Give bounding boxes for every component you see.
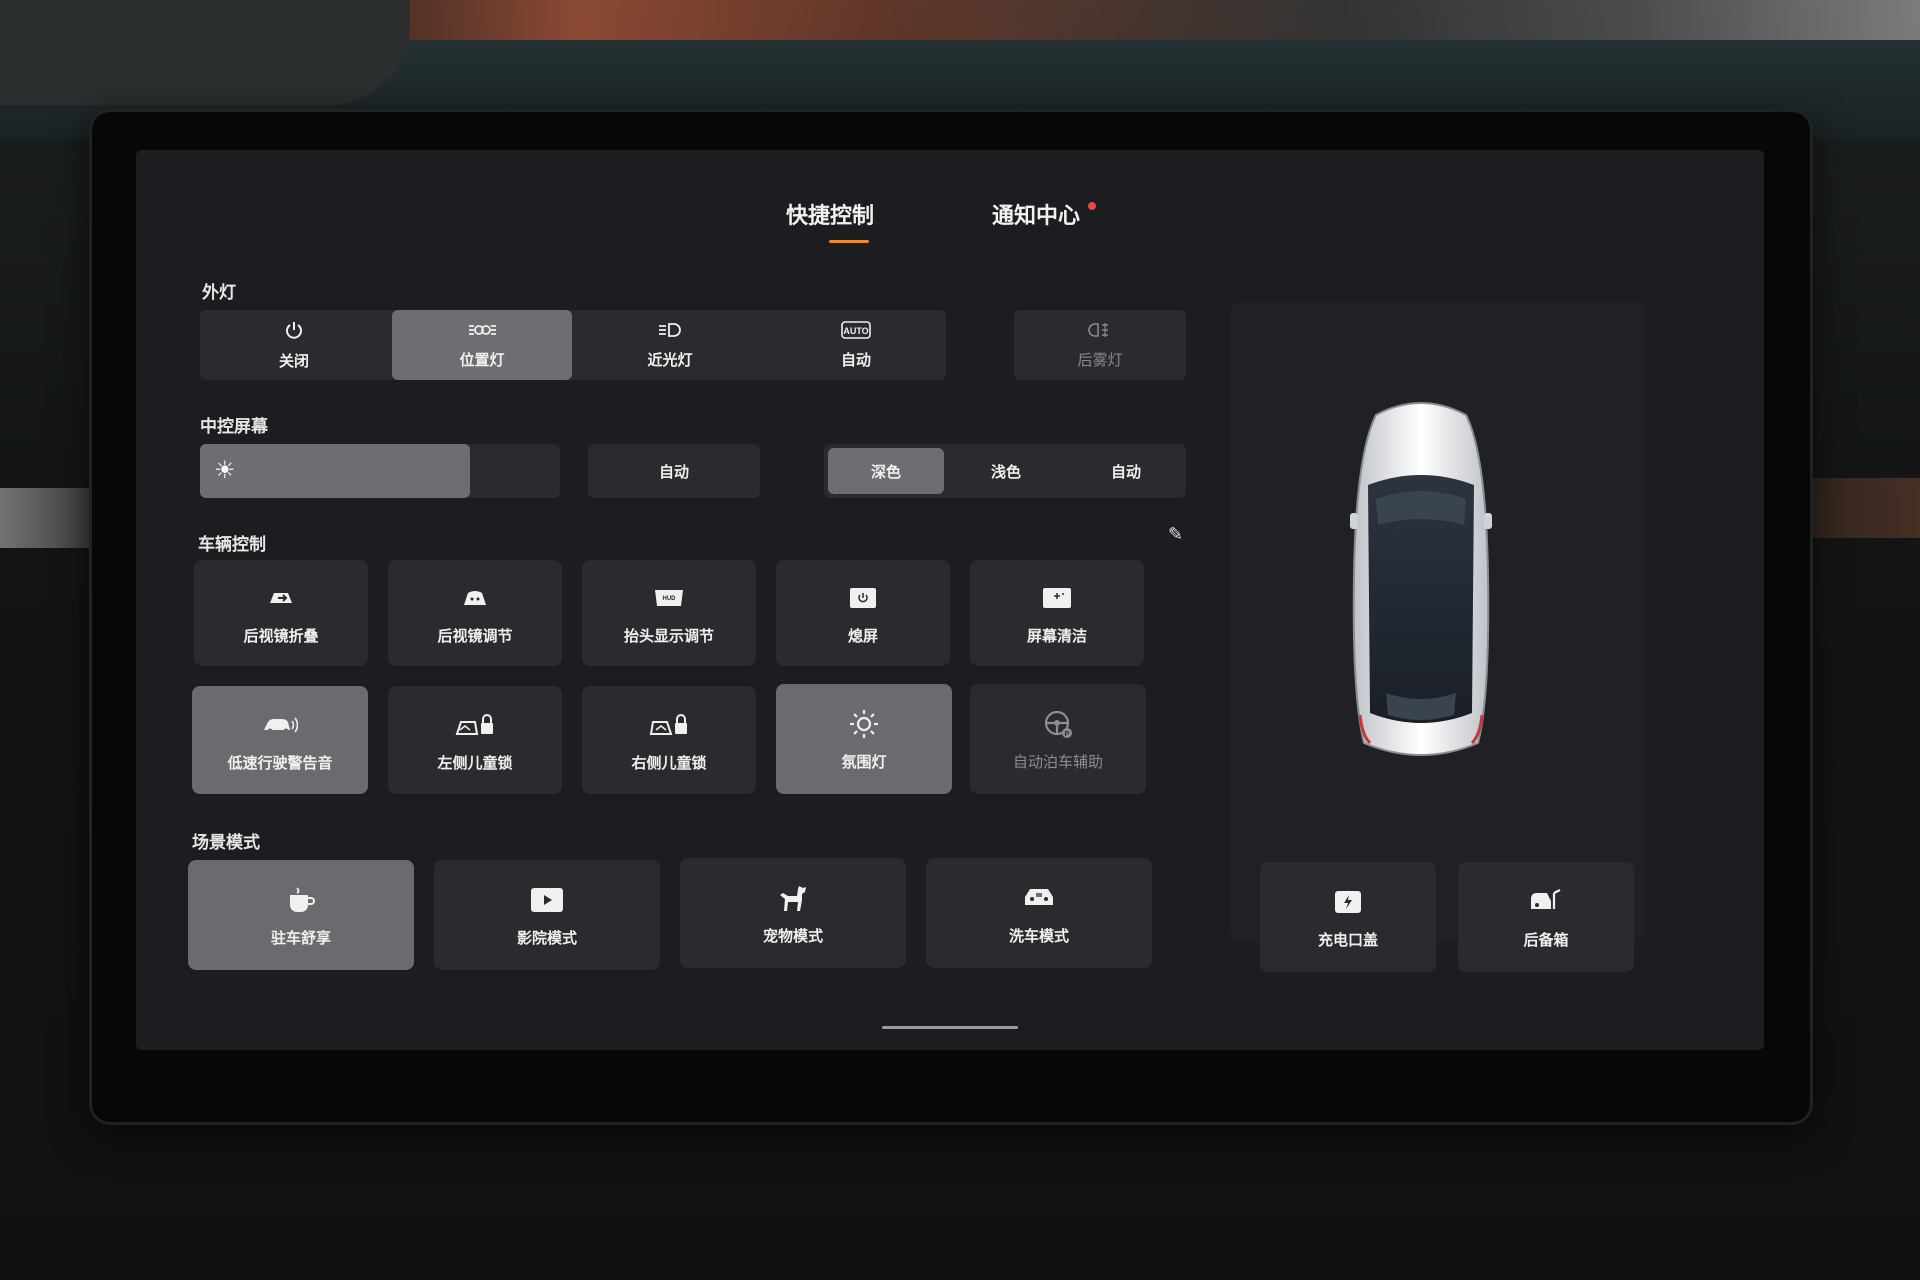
position-light-icon <box>467 321 497 343</box>
tile-car-wash-mode[interactable]: 洗车模式 <box>926 858 1152 968</box>
low-speed-warning-icon <box>262 708 298 742</box>
tile-mirror-adjust[interactable]: 后视镜调节 <box>388 560 562 666</box>
dog-icon <box>777 881 809 915</box>
infotainment-screen: 快捷控制 通知中心 外灯 关闭 位置灯 近光灯 AUTO 自动 后雾灯 中控屏幕… <box>136 150 1764 1050</box>
brightness-auto-button[interactable]: 自动 <box>588 444 760 498</box>
tile-label: 熄屏 <box>847 627 878 645</box>
active-tab-indicator <box>829 240 869 243</box>
tile-label: 后视镜调节 <box>437 627 513 645</box>
tile-trunk[interactable]: 后备箱 <box>1458 862 1634 972</box>
light-option-label: 位置灯 <box>459 351 505 369</box>
screen-clean-icon <box>1041 581 1073 615</box>
car-top-view-image <box>1346 395 1496 770</box>
ambient-light-icon <box>849 707 879 741</box>
light-option-label: 关闭 <box>278 352 309 370</box>
car-wash-icon <box>1022 881 1056 915</box>
home-indicator-bar[interactable] <box>882 1026 1018 1029</box>
light-option-low-beam[interactable]: 近光灯 <box>580 310 760 380</box>
tile-label: 洗车模式 <box>1008 927 1069 945</box>
tile-label: 抬头显示调节 <box>623 627 714 645</box>
power-icon <box>284 320 304 344</box>
tile-screen-clean[interactable]: 屏幕清洁 <box>970 560 1144 666</box>
tile-label: 自动泊车辅助 <box>1012 753 1103 771</box>
sun-icon: ☀ <box>214 457 236 484</box>
tab-notification-center[interactable]: 通知中心 <box>992 198 1080 230</box>
auto-light-icon: AUTO <box>841 320 871 343</box>
light-option-label: 近光灯 <box>647 351 693 369</box>
tile-label: 低速行驶警告音 <box>227 754 333 772</box>
tile-cinema-mode[interactable]: 影院模式 <box>434 860 660 970</box>
tab-quick-control[interactable]: 快捷控制 <box>786 198 874 230</box>
tile-park-comfort[interactable]: 驻车舒享 <box>188 860 414 970</box>
left-child-lock-icon <box>455 708 495 742</box>
tile-label: 充电口盖 <box>1317 931 1378 949</box>
auto-parking-icon: P <box>1043 707 1073 741</box>
tile-hud-adjust[interactable]: HUD 抬头显示调节 <box>582 560 756 666</box>
tile-label: 影院模式 <box>516 929 577 947</box>
screen-off-icon <box>848 581 878 615</box>
tile-mirror-fold[interactable]: 后视镜折叠 <box>194 560 368 666</box>
trunk-icon <box>1529 885 1563 919</box>
tile-left-child-lock[interactable]: 左侧儿童锁 <box>388 686 562 794</box>
tile-label: 宠物模式 <box>762 927 823 945</box>
charge-port-icon <box>1333 885 1363 919</box>
right-child-lock-icon <box>649 708 689 742</box>
tile-label: 左侧儿童锁 <box>437 754 513 772</box>
section-title-exterior-lights: 外灯 <box>202 283 236 302</box>
tile-ambient-light[interactable]: 氛围灯 <box>776 684 952 794</box>
edit-pencil-icon[interactable]: ✎ <box>1168 524 1183 545</box>
svg-text:AUTO: AUTO <box>843 326 868 336</box>
tile-charge-port[interactable]: 充电口盖 <box>1260 862 1436 972</box>
tile-label: 后备箱 <box>1523 931 1569 949</box>
light-option-off[interactable]: 关闭 <box>204 310 384 380</box>
play-icon <box>530 883 564 917</box>
rear-fog-light-option: 后雾灯 <box>1014 310 1186 380</box>
tile-label: 屏幕清洁 <box>1026 627 1087 645</box>
mirror-adjust-icon <box>460 581 490 615</box>
brightness-slider-fill <box>200 444 470 498</box>
mirror-fold-icon <box>266 581 296 615</box>
coffee-cup-icon <box>286 883 316 917</box>
tile-right-child-lock[interactable]: 右侧儿童锁 <box>582 686 756 794</box>
theme-option-dark[interactable]: 深色 <box>828 448 944 494</box>
tile-label: 后视镜折叠 <box>243 627 319 645</box>
tile-label: 右侧儿童锁 <box>631 754 707 772</box>
tile-label: 驻车舒享 <box>270 929 331 947</box>
low-beam-icon <box>657 321 683 343</box>
section-title-center-screen: 中控屏幕 <box>200 417 268 436</box>
brightness-slider[interactable]: ☀ <box>200 444 560 498</box>
rear-fog-label: 后雾灯 <box>1077 351 1123 369</box>
theme-option-auto[interactable]: 自动 <box>1068 448 1184 494</box>
light-option-label: 自动 <box>840 351 871 369</box>
tile-auto-parking[interactable]: P 自动泊车辅助 <box>970 684 1146 794</box>
hud-icon: HUD <box>653 581 685 615</box>
rear-fog-light-button[interactable]: 后雾灯 <box>1014 310 1186 380</box>
section-title-vehicle-control: 车辆控制 <box>198 535 266 554</box>
svg-text:HUD: HUD <box>663 596 677 602</box>
notification-badge <box>1088 202 1096 210</box>
brightness-auto-label: 自动 <box>658 463 689 481</box>
tile-low-speed-warning[interactable]: 低速行驶警告音 <box>192 686 368 794</box>
tile-screen-off[interactable]: 熄屏 <box>776 560 950 666</box>
light-option-auto[interactable]: AUTO 自动 <box>766 310 946 380</box>
theme-option-light[interactable]: 浅色 <box>948 448 1064 494</box>
tile-pet-mode[interactable]: 宠物模式 <box>680 858 906 968</box>
exterior-lights-selector: 关闭 位置灯 近光灯 AUTO 自动 <box>200 310 946 380</box>
light-option-position[interactable]: 位置灯 <box>392 310 572 380</box>
theme-selector: 深色 浅色 自动 <box>824 444 1186 498</box>
rear-fog-icon <box>1088 321 1112 343</box>
tile-label: 氛围灯 <box>841 753 887 771</box>
svg-text:P: P <box>1065 731 1070 738</box>
background-air-vent <box>0 0 410 105</box>
section-title-scene-modes: 场景模式 <box>192 833 260 852</box>
